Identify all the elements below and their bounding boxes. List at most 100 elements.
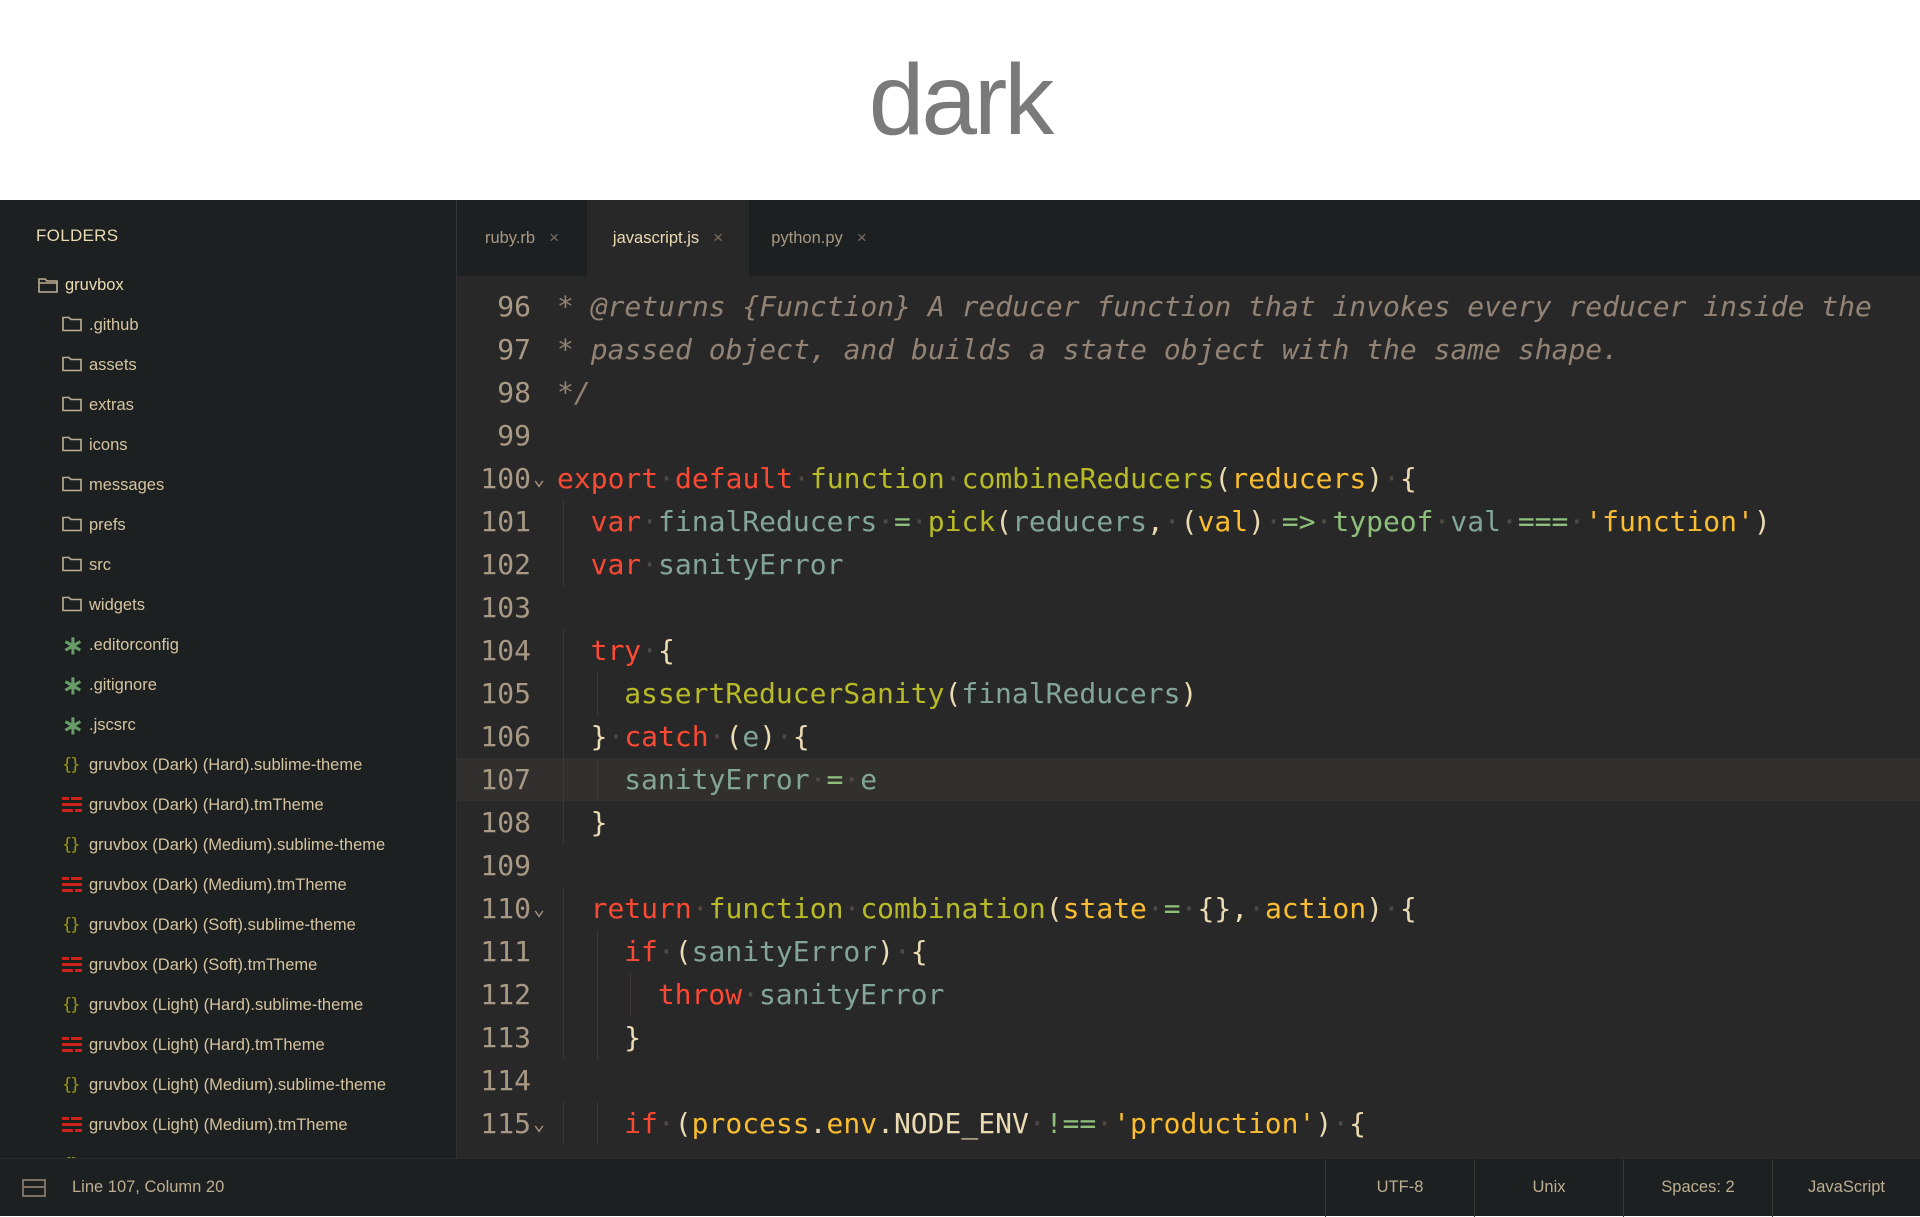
code-token: combineReducers [961,462,1215,495]
code-line[interactable]: 102 var·sanityError [457,543,1920,586]
tree-item[interactable]: {} gruvbox (Light) (Medium).sublime-theme [0,1065,456,1105]
tree-item[interactable]: {}gruvbox (Light) (Soft).sublime-theme [0,1145,456,1159]
close-icon[interactable]: × [549,228,559,248]
code-text: if·(sanityError)·{ [624,930,927,973]
code-token: function [708,892,844,925]
code-line[interactable]: 113} [457,1016,1920,1059]
tab-python-py[interactable]: python.py × [749,200,889,276]
line-number: 108 [480,806,531,839]
code-line[interactable]: 101 var·finalReducers·=·pick(reducers,·(v… [457,500,1920,543]
tree-item[interactable]: {} gruvbox (Dark) (Soft).sublime-theme [0,905,456,945]
close-icon[interactable]: × [857,228,867,248]
code-text: * @returns {Function} A reducer function… [557,285,1872,328]
code-line[interactable]: 106}·catch·(e)·{ [457,715,1920,758]
tree-item[interactable]: icons [0,425,456,465]
tree-item[interactable]: prefs [0,505,456,545]
lines-icon [62,876,82,894]
tree-item-label: gruvbox (Dark) (Hard).tmTheme [89,795,324,814]
asterisk-icon: ∗ [62,630,84,660]
code-line[interactable]: 104 try·{ [457,629,1920,672]
line-number: 97 [497,333,531,366]
tree-item-label: gruvbox (Dark) (Soft).sublime-theme [89,915,356,934]
code-token: e [860,763,878,796]
code-line[interactable]: 103 [457,586,1920,629]
code-token: · [1382,892,1400,925]
code-line[interactable]: 99 [457,414,1920,457]
code-token: · [658,462,676,495]
tree-item[interactable]: src [0,545,456,585]
tree-item[interactable]: ∗ .editorconfig [0,625,456,665]
indent-guide [563,500,564,543]
tab-javascript-js[interactable]: javascript.js × [587,200,749,276]
line-number: 115 [480,1107,531,1140]
tree-item-label: icons [89,435,128,454]
tree-item[interactable]: gruvbox (Dark) (Hard).tmTheme [0,785,456,825]
code-token: finalReducers [961,677,1181,710]
braces-icon: {} [62,995,80,1015]
code-token: default [675,462,794,495]
code-line[interactable]: 110 ⌄ return·function·combination(state·=·… [457,887,1920,930]
code-token: · [1500,505,1518,538]
code-token: ) [1753,505,1771,538]
code-token: · [843,763,861,796]
code-token: var [590,505,642,538]
code-token: { [910,935,928,968]
code-line[interactable]: 96 * @returns {Function} A reducer functi… [457,285,1920,328]
code-line[interactable]: 100 ⌄ export·default·function·combineReduc… [457,457,1920,500]
encoding-selector[interactable]: UTF-8 [1325,1158,1474,1217]
line-number: 99 [497,419,531,452]
tree-item[interactable]: gruvbox (Dark) (Soft).tmTheme [0,945,456,985]
code-line[interactable]: 98 */ [457,371,1920,414]
tree-item[interactable]: messages [0,465,456,505]
code-line[interactable]: 109 [457,844,1920,887]
tree-item[interactable]: gruvbox (Dark) (Medium).tmTheme [0,865,456,905]
panel-toggle-icon[interactable] [22,1178,46,1197]
code-token: ( [1214,462,1232,495]
tree-root-folder[interactable]: gruvbox [0,265,456,305]
code-line[interactable]: 97 * passed object, and builds a state ob… [457,328,1920,371]
code-token: env [826,1107,878,1140]
code-token: reducers [1012,505,1147,538]
tree-item[interactable]: widgets [0,585,456,625]
code-line[interactable]: 115 ⌄ if·(process.env.NODE_ENV·!==·'produc… [457,1102,1920,1145]
code-line[interactable]: 105 assertReducerSanity(finalReducers) [457,672,1920,715]
cursor-position[interactable]: Line 107, Column 20 [72,1178,224,1197]
fold-chevron-icon[interactable]: ⌄ [533,1102,545,1145]
code-line[interactable]: 108} [457,801,1920,844]
tree-item[interactable]: {} gruvbox (Dark) (Medium).sublime-theme [0,825,456,865]
tree-item-label: prefs [89,515,126,534]
code-text: }·catch·(e)·{ [591,715,810,758]
code-token: * @returns {Function} A reducer function… [557,290,1872,323]
indentation-selector[interactable]: Spaces: 2 [1623,1158,1772,1217]
tree-item[interactable]: gruvbox (Light) (Medium).tmTheme [0,1105,456,1145]
code-token: 'function' [1585,505,1754,538]
code-token: · [708,720,726,753]
code-token: ( [725,720,743,753]
code-line[interactable]: 111 if·(sanityError)·{ [457,930,1920,973]
syntax-selector[interactable]: JavaScript [1772,1158,1920,1217]
code-line[interactable]: 112 throw·sanityError [457,973,1920,1016]
tree-item[interactable]: .github [0,305,456,345]
sidebar: FOLDERS gruvbox .github assets extras icons… [0,200,457,1158]
tab-ruby-rb[interactable]: ruby.rb × [457,200,587,276]
line-number: 109 [480,849,531,882]
line-endings-selector[interactable]: Unix [1474,1158,1623,1217]
close-icon[interactable]: × [713,228,723,248]
fold-chevron-icon[interactable]: ⌄ [533,887,545,930]
indent-guide [596,930,598,973]
code-line[interactable]: 107 sanityError·=·e [457,758,1920,801]
code-token: · [1264,505,1282,538]
fold-chevron-icon[interactable]: ⌄ [533,457,545,500]
tree-item[interactable]: ∗ .jscsrc [0,705,456,745]
tree-item[interactable]: gruvbox (Light) (Hard).tmTheme [0,1025,456,1065]
tree-item[interactable]: extras [0,385,456,425]
tree-item[interactable]: assets [0,345,456,385]
code-editor[interactable]: 96 * @returns {Function} A reducer functi… [457,276,1920,1158]
code-text: if·(process.env.NODE_ENV·!==·'production… [624,1102,1366,1145]
tree-item[interactable]: {} gruvbox (Dark) (Hard).sublime-theme [0,745,456,785]
code-token: · [657,935,675,968]
code-line[interactable]: 114 [457,1059,1920,1102]
tree-item[interactable]: {} gruvbox (Light) (Hard).sublime-theme [0,985,456,1025]
code-token: · [1315,505,1333,538]
tree-item[interactable]: ∗ .gitignore [0,665,456,705]
